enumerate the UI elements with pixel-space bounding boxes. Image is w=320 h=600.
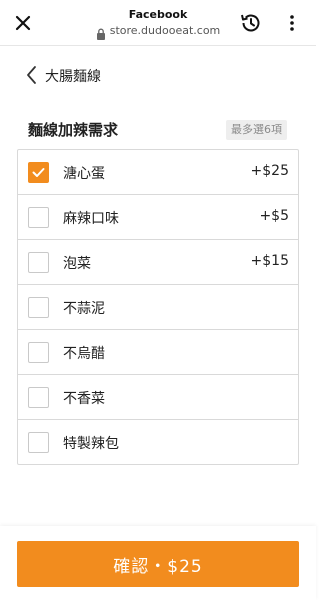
browser-url: store.dudooeat.com bbox=[109, 24, 221, 37]
browser-title-block: Facebook store.dudooeat.com bbox=[70, 8, 246, 40]
option-row[interactable]: 不香菜 bbox=[18, 375, 298, 420]
option-price: +$5 bbox=[259, 208, 289, 224]
checkbox[interactable] bbox=[28, 342, 49, 363]
checkbox[interactable] bbox=[28, 252, 49, 273]
option-list: 溏心蛋 +$25 麻辣口味 +$5 泡菜 +$15 不蒜泥 不烏醋 不香菜 特製… bbox=[17, 149, 299, 465]
page-header: 大腸麵線 bbox=[0, 60, 316, 90]
option-label: 溏心蛋 bbox=[63, 166, 105, 182]
option-label: 特製辣包 bbox=[63, 436, 119, 452]
option-price: +$25 bbox=[250, 163, 289, 179]
check-icon bbox=[32, 168, 45, 177]
checkbox[interactable] bbox=[28, 207, 49, 228]
confirm-button[interactable]: 確認・$25 bbox=[17, 541, 299, 587]
option-row[interactable]: 不蒜泥 bbox=[18, 285, 298, 330]
browser-top-bar: Facebook store.dudooeat.com bbox=[0, 0, 316, 46]
option-row[interactable]: 特製辣包 bbox=[18, 420, 298, 464]
option-price: +$15 bbox=[250, 253, 289, 269]
page-title: 大腸麵線 bbox=[45, 69, 101, 85]
close-icon[interactable] bbox=[12, 12, 34, 34]
section-title: 麵線加辣需求 bbox=[28, 121, 119, 139]
bottom-bar: 確認・$25 bbox=[0, 526, 316, 600]
history-icon[interactable] bbox=[239, 11, 263, 35]
lock-icon bbox=[96, 25, 106, 40]
option-row[interactable]: 泡菜 +$15 bbox=[18, 240, 298, 285]
chevron-left-icon[interactable] bbox=[24, 64, 40, 86]
more-vert-icon[interactable] bbox=[286, 13, 298, 33]
option-row[interactable]: 溏心蛋 +$25 bbox=[18, 150, 298, 195]
checkbox[interactable] bbox=[28, 297, 49, 318]
option-label: 不香菜 bbox=[63, 391, 105, 407]
checkbox[interactable] bbox=[28, 387, 49, 408]
limit-badge: 最多選6項 bbox=[226, 120, 287, 140]
checkbox[interactable] bbox=[28, 432, 49, 453]
option-label: 麻辣口味 bbox=[63, 211, 119, 227]
option-label: 不蒜泥 bbox=[63, 301, 105, 317]
checkbox-checked[interactable] bbox=[28, 162, 49, 183]
option-row[interactable]: 麻辣口味 +$5 bbox=[18, 195, 298, 240]
option-label: 不烏醋 bbox=[63, 346, 105, 362]
option-row[interactable]: 不烏醋 bbox=[18, 330, 298, 375]
browser-url-row: store.dudooeat.com bbox=[70, 24, 246, 40]
browser-title: Facebook bbox=[128, 8, 188, 21]
option-label: 泡菜 bbox=[63, 256, 91, 272]
